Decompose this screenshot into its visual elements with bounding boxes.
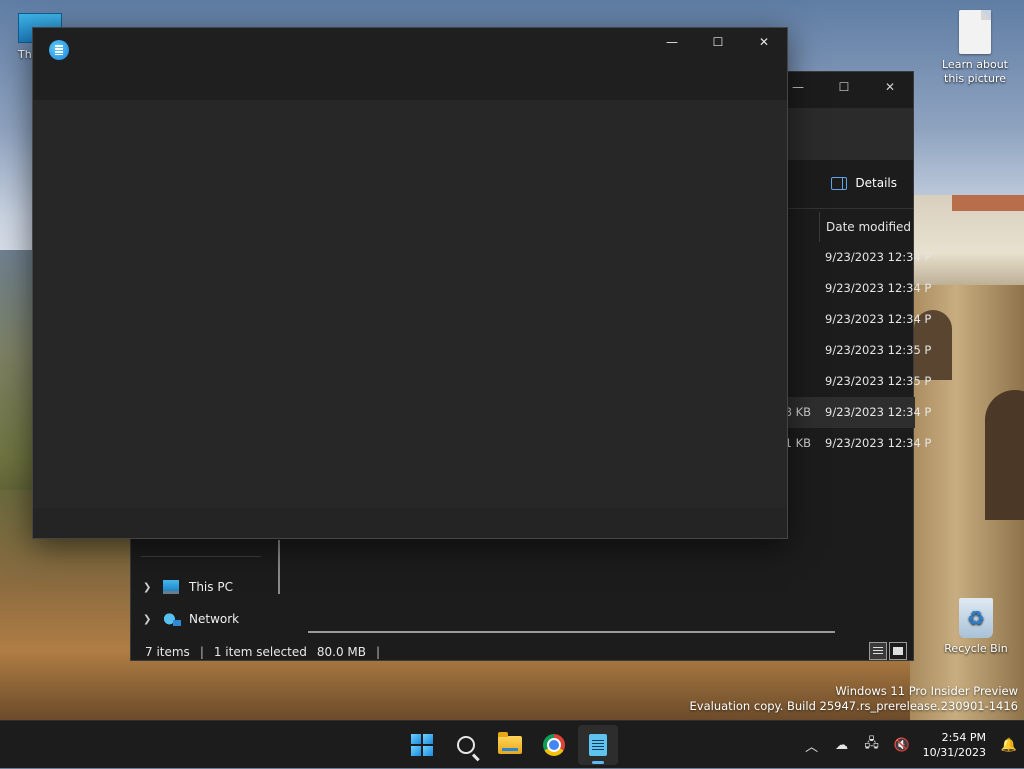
notifications-button[interactable]: 🔔 xyxy=(994,725,1024,765)
minimize-button[interactable]: — xyxy=(649,28,695,56)
file-date: 9/23/2023 12:34 P xyxy=(825,250,932,264)
volume-tray-button[interactable]: 🔇 xyxy=(887,725,917,765)
column-header-date-modified[interactable]: Date modified xyxy=(819,212,911,242)
maximize-button[interactable]: ☐ xyxy=(821,72,867,102)
taskbar: ︿ ☁ 🖧 🔇 2:54 PM 10/31/2023 🔔 xyxy=(0,720,1024,768)
network-tray-button[interactable]: 🖧 xyxy=(857,725,887,765)
tray-app-button[interactable]: ☁ xyxy=(827,725,857,765)
nav-item-label: This PC xyxy=(189,580,233,594)
watermark-line: Evaluation copy. Build 25947.rs_prerelea… xyxy=(689,699,1018,713)
desktop-icon-label: Recycle Bin xyxy=(944,642,1008,655)
tiles-view-icon xyxy=(893,647,903,655)
close-button[interactable]: ✕ xyxy=(741,28,787,56)
this-pc-icon xyxy=(163,580,179,594)
file-date: 9/23/2023 12:34 P xyxy=(825,405,932,419)
tiles-view-button[interactable] xyxy=(889,642,907,660)
wallpaper-arch xyxy=(985,390,1024,520)
status-separator: | xyxy=(199,645,204,659)
nav-item-label: Network xyxy=(189,612,240,626)
clock-time: 2:54 PM xyxy=(941,731,986,744)
status-selected-size: 80.0 MB xyxy=(316,645,367,659)
volume-muted-icon: 🔇 xyxy=(893,737,910,753)
file-date: 9/23/2023 12:34 P xyxy=(825,281,932,295)
document-icon xyxy=(959,10,991,54)
nav-pane-divider xyxy=(141,556,261,557)
chevron-right-icon[interactable]: ❯ xyxy=(143,582,153,593)
details-button[interactable]: Details xyxy=(831,176,897,190)
details-label: Details xyxy=(855,176,897,190)
close-icon: ✕ xyxy=(758,35,770,49)
cloud-off-icon: ☁ xyxy=(835,737,849,753)
minimize-icon: — xyxy=(792,80,804,94)
desktop-icon-recycle-bin[interactable]: ♻ Recycle Bin xyxy=(940,598,1012,656)
network-icon xyxy=(163,612,181,626)
nav-pane-scrollbar[interactable] xyxy=(278,540,280,594)
view-toggle xyxy=(869,642,907,660)
bell-icon: 🔔 xyxy=(1000,737,1018,753)
nav-item-this-pc[interactable]: ❯ This PC xyxy=(143,574,233,600)
horizontal-scrollbar[interactable] xyxy=(308,631,835,633)
desktop-icon-learn-about-picture[interactable]: Learn about this picture xyxy=(937,8,1013,86)
notepad-icon xyxy=(589,734,607,756)
window-content xyxy=(33,100,787,508)
window-caption-buttons: — ☐ ✕ xyxy=(649,28,787,56)
notepad-taskbar-button[interactable] xyxy=(578,725,618,765)
app-window[interactable]: — ☐ ✕ xyxy=(32,27,788,539)
system-tray: ︿ ☁ 🖧 🔇 2:54 PM 10/31/2023 🔔 xyxy=(797,721,1024,769)
show-hidden-icons-button[interactable]: ︿ xyxy=(797,725,827,765)
chrome-icon xyxy=(543,734,565,756)
status-item-count: 7 items xyxy=(145,645,190,659)
watermark-line: Windows 11 Pro Insider Preview xyxy=(835,684,1018,698)
file-date: 9/23/2023 12:34 P xyxy=(825,436,932,450)
details-pane-icon xyxy=(831,176,848,190)
clock-date: 10/31/2023 xyxy=(922,746,986,759)
status-separator: | xyxy=(376,645,381,659)
file-size: 1 KB xyxy=(784,436,811,450)
chevron-right-icon[interactable]: ❯ xyxy=(143,614,153,625)
chevron-up-icon: ︿ xyxy=(805,739,819,755)
details-view-button[interactable] xyxy=(869,642,887,660)
list-view-icon xyxy=(873,647,883,655)
start-button[interactable] xyxy=(402,725,442,765)
search-button[interactable] xyxy=(446,725,486,765)
minimize-icon: — xyxy=(666,35,678,49)
file-date: 9/23/2023 12:35 P xyxy=(825,374,932,388)
close-icon: ✕ xyxy=(884,80,896,94)
window-footer xyxy=(33,508,787,538)
network-status-icon: 🖧 xyxy=(864,736,879,751)
windows-logo-icon xyxy=(411,734,433,756)
status-selected-count: 1 item selected xyxy=(213,645,307,659)
taskbar-pinned-apps xyxy=(402,721,618,769)
recycle-bin-icon: ♻ xyxy=(959,598,993,638)
search-icon xyxy=(457,736,475,754)
evaluation-watermark: Windows 11 Pro Insider Preview Evaluatio… xyxy=(690,684,1018,714)
maximize-icon: ☐ xyxy=(838,80,850,94)
close-button[interactable]: ✕ xyxy=(867,72,913,102)
taskbar-clock[interactable]: 2:54 PM 10/31/2023 xyxy=(917,730,994,760)
folder-icon xyxy=(498,732,522,754)
explorer-caption-buttons: — ☐ ✕ xyxy=(773,72,913,102)
desktop-icon-label: Learn about this picture xyxy=(942,58,1008,85)
maximize-icon: ☐ xyxy=(712,35,724,49)
status-bar: 7 items | 1 item selected 80.0 MB | xyxy=(145,644,380,660)
file-date: 9/23/2023 12:34 P xyxy=(825,312,932,326)
file-date: 9/23/2023 12:35 P xyxy=(825,343,932,357)
app-icon xyxy=(49,40,69,60)
maximize-button[interactable]: ☐ xyxy=(695,28,741,56)
nav-item-network[interactable]: ❯ Network xyxy=(143,606,239,632)
chrome-taskbar-button[interactable] xyxy=(534,725,574,765)
file-size: 8 KB xyxy=(784,405,811,419)
window-titlebar[interactable]: — ☐ ✕ xyxy=(33,28,787,100)
file-explorer-taskbar-button[interactable] xyxy=(490,725,530,765)
